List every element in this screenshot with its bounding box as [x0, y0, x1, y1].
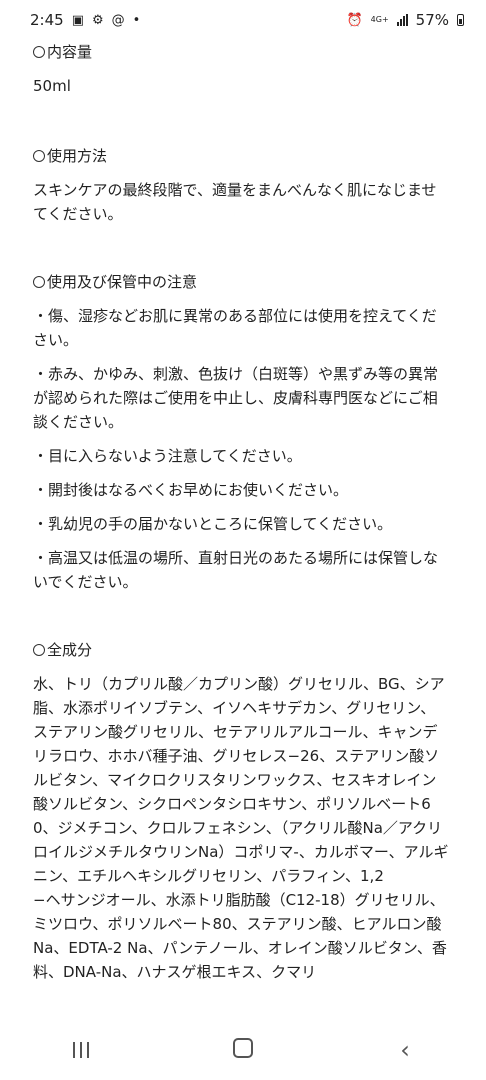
usage-text: スキンケアの最終段階で、適量をまんべんなく肌になじませてください。	[33, 181, 437, 223]
status-bar: 2:45 ▣ ⚙ @ • ⏰ 4G+ 57%	[0, 0, 486, 40]
recent-apps-button[interactable]	[51, 1036, 111, 1064]
caution-item: ・高温又は低温の場所、直射日光のあたる場所には保管しないでください。	[33, 549, 439, 591]
signal-icon	[396, 14, 408, 26]
cautions-heading-text: 使用及び保管中の注意	[47, 273, 198, 291]
back-button[interactable]: ‹	[375, 1036, 435, 1064]
product-info-content[interactable]: 内容量 50ml 使用方法 スキンケアの最終段階で、適量をまんべんなく肌になじま…	[0, 40, 486, 1020]
volume-heading: 内容量	[33, 40, 450, 64]
caution-item: ・傷、湿疹などお肌に異常のある部位には使用を控えてください。	[33, 307, 437, 349]
ingredients-heading-text: 全成分	[47, 641, 93, 659]
ingredients-heading: 全成分	[33, 638, 450, 662]
more-notifications-dot-icon: •	[132, 12, 141, 28]
caution-item: ・目に入らないよう注意してください。	[33, 447, 302, 465]
gallery-icon: ▣	[71, 12, 84, 28]
caution-item: ・乳幼児の手の届かないところに保管してください。	[33, 515, 393, 533]
caution-item: ・赤み、かゆみ、刺激、色抜け（白斑等）や黒ずみ等の異常が認められた際はご使用を中…	[33, 365, 439, 431]
usage-heading: 使用方法	[33, 144, 450, 168]
alarm-icon: ⏰	[346, 12, 363, 28]
battery-icon	[457, 14, 464, 26]
ingredients-list: 水、トリ（カプリル酸／カプリン酸）グリセリル、BG、シア脂、水添ポリイソブテン、…	[33, 675, 449, 885]
usage-heading-text: 使用方法	[47, 147, 108, 165]
circle-bullet-icon	[33, 644, 45, 656]
app-notification-icon: ⚙	[91, 12, 104, 28]
clock: 2:45	[30, 11, 64, 29]
threads-icon: @	[111, 12, 125, 28]
ingredients-list-continued: −ヘサンジオール、水添トリ脂肪酸（C12-18）グリセリル、ミツロウ、ポリソルベ…	[33, 891, 447, 981]
volume-value: 50ml	[33, 77, 71, 95]
back-icon: ‹	[400, 1036, 410, 1064]
home-icon	[233, 1038, 253, 1058]
home-button[interactable]	[213, 1036, 273, 1064]
circle-bullet-icon	[33, 150, 45, 162]
status-left: 2:45 ▣ ⚙ @ •	[30, 11, 140, 29]
battery-percent: 57%	[415, 11, 449, 29]
cautions-heading: 使用及び保管中の注意	[33, 270, 450, 294]
status-right: ⏰ 4G+ 57%	[346, 11, 464, 29]
network-type: 4G+	[370, 15, 389, 24]
caution-item: ・開封後はなるべくお早めにお使いください。	[33, 481, 349, 499]
circle-bullet-icon	[33, 46, 45, 58]
circle-bullet-icon	[33, 276, 45, 288]
navigation-bar: ‹	[0, 1020, 486, 1080]
volume-heading-text: 内容量	[47, 43, 93, 61]
recent-apps-icon	[73, 1042, 89, 1058]
